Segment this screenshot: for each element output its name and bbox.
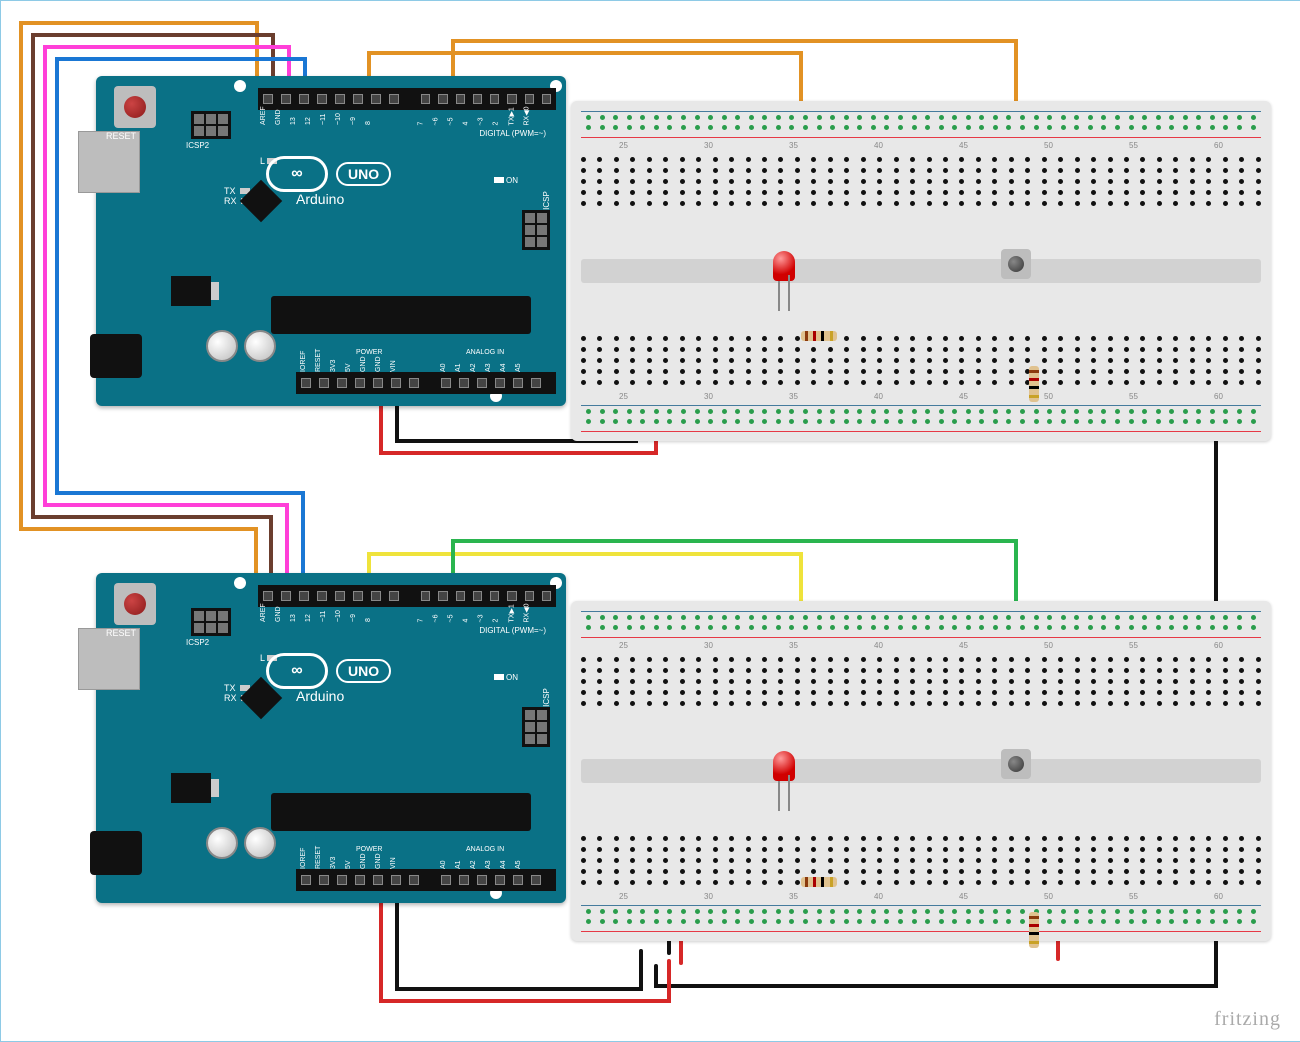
resistor-bottom-pulldown <box>1029 912 1039 948</box>
digital-header-left[interactable] <box>258 585 418 607</box>
reset-button[interactable] <box>114 86 156 128</box>
arduino-logo-icon: ∞ <box>266 156 328 192</box>
breadboard-top: 2530 3540 4550 5560 2530 3540 4550 5560 <box>571 101 1271 441</box>
power-header[interactable] <box>296 372 436 394</box>
digital-header-left[interactable] <box>258 88 418 110</box>
resistor-top-led <box>801 331 837 341</box>
analog-header[interactable] <box>436 869 556 891</box>
arduino-logo-icon: ∞ <box>266 653 328 689</box>
barrel-jack-icon <box>90 831 142 875</box>
atmega-chip-icon <box>271 793 531 831</box>
resistor-bottom-led <box>801 877 837 887</box>
led-red-bottom <box>773 751 795 781</box>
barrel-jack-icon <box>90 334 142 378</box>
power-header[interactable] <box>296 869 436 891</box>
arduino-uno-bottom: RESET ICSP2 ICSP AREFGND 1312 ~11~10 ~98… <box>96 573 566 903</box>
breadboard-bottom: 2530 3540 4550 5560 2530 3540 4550 5560 <box>571 601 1271 941</box>
pushbutton-bottom[interactable] <box>1001 749 1031 779</box>
reset-button[interactable] <box>114 583 156 625</box>
canvas: 2530 3540 4550 5560 2530 3540 4550 5560 <box>0 0 1300 1042</box>
arduino-uno-top: RESET ICSP2 ICSP AREFGND 1312 ~11~10 ~98… <box>96 76 566 406</box>
digital-header-right[interactable] <box>416 585 556 607</box>
pushbutton-top[interactable] <box>1001 249 1031 279</box>
led-red-top <box>773 251 795 281</box>
analog-header[interactable] <box>436 372 556 394</box>
digital-header-right[interactable] <box>416 88 556 110</box>
atmega-chip-icon <box>271 296 531 334</box>
reset-label: RESET <box>106 131 136 141</box>
resistor-top-pulldown <box>1029 366 1039 402</box>
watermark: fritzing <box>1214 1008 1281 1031</box>
